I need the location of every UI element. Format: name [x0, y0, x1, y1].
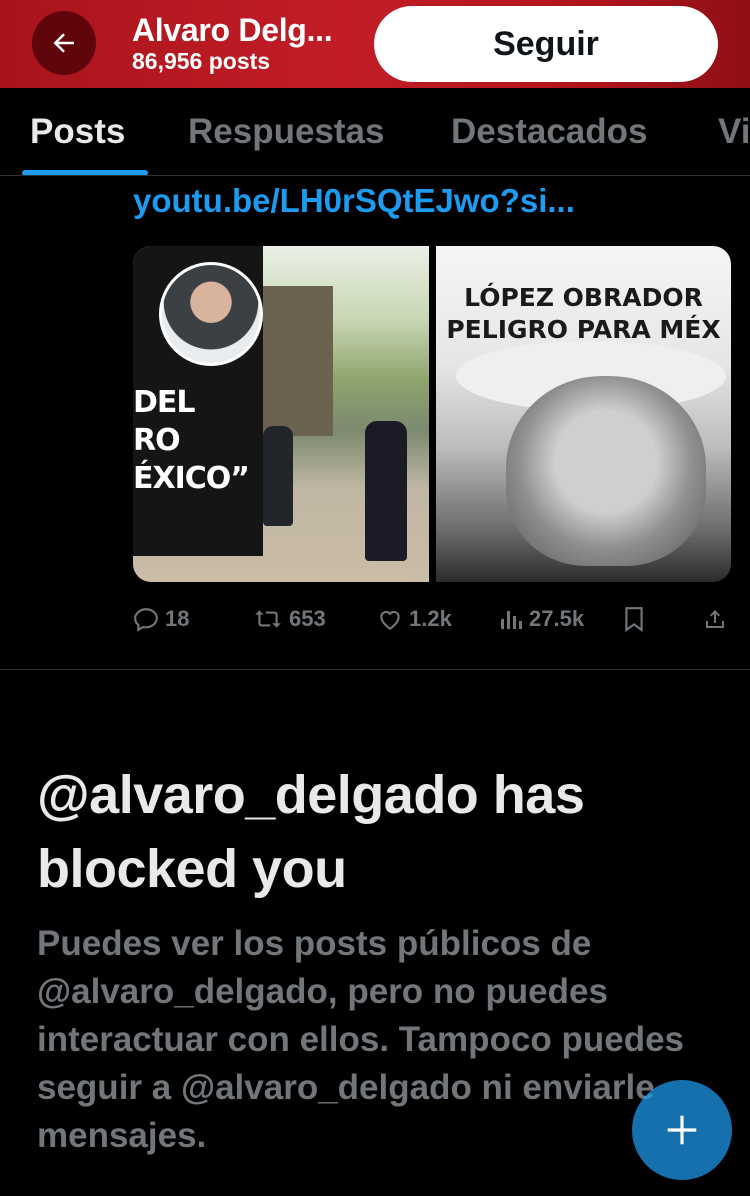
image-headline: LÓPEZ OBRADOR PELIGRO PARA MÉX	[446, 283, 721, 344]
heart-icon	[380, 610, 400, 631]
view-count: 27.5k	[529, 606, 585, 631]
reply-count: 18	[165, 606, 190, 631]
media-image-left[interactable]: DEL RO ÉXICO”	[133, 246, 429, 582]
post-media[interactable]: DEL RO ÉXICO” LÓPEZ OBRADOR PELIGRO PARA…	[133, 246, 731, 582]
tab-videos[interactable]: Vi	[718, 112, 750, 152]
posts-count: 86,956 posts	[132, 48, 271, 74]
share-button[interactable]	[703, 606, 727, 632]
image-house	[263, 286, 333, 436]
repost-icon	[255, 610, 281, 628]
like-button[interactable]: 1.2k	[377, 606, 452, 632]
tab-replies[interactable]: Respuestas	[188, 112, 384, 152]
share-icon	[706, 610, 724, 628]
bar-chart-icon	[501, 611, 522, 629]
bookmark-button[interactable]	[623, 606, 645, 632]
image-face	[506, 376, 706, 566]
arrow-left-icon	[53, 33, 74, 53]
reply-button[interactable]: 18	[133, 606, 189, 632]
repost-count: 653	[289, 606, 326, 631]
profile-header: Alvaro Delg... 86,956 posts Seguir	[0, 0, 750, 88]
post-divider	[0, 669, 750, 670]
compose-button[interactable]	[632, 1080, 732, 1180]
post-actions: 18 653 1.2k 27.5k	[133, 606, 733, 642]
bookmark-icon	[625, 607, 643, 632]
image-person	[365, 421, 407, 561]
image-author-avatar	[159, 262, 263, 366]
tab-posts[interactable]: Posts	[30, 112, 125, 152]
media-image-right[interactable]: LÓPEZ OBRADOR PELIGRO PARA MÉX	[436, 246, 731, 582]
blocked-title: @alvaro_delgado has blocked you	[37, 765, 585, 899]
speech-bubble-icon	[134, 608, 158, 632]
profile-tabs: Posts Respuestas Destacados Vi	[0, 88, 750, 176]
back-button[interactable]	[32, 11, 96, 75]
views-button[interactable]: 27.5k	[499, 606, 584, 632]
profile-name: Alvaro Delg...	[132, 12, 333, 48]
repost-button[interactable]: 653	[253, 606, 326, 632]
tab-highlights[interactable]: Destacados	[451, 112, 647, 152]
post-link[interactable]: youtu.be/LH0rSQtEJwo?si...	[133, 182, 575, 220]
follow-button[interactable]: Seguir	[374, 6, 718, 82]
image-person	[263, 426, 293, 526]
like-count: 1.2k	[409, 606, 452, 631]
active-tab-indicator	[22, 170, 148, 175]
image-overlay-text: DEL RO ÉXICO”	[133, 385, 250, 496]
plus-icon	[667, 1115, 697, 1145]
blocked-message: Puedes ver los posts públicos de @alvaro…	[37, 924, 685, 1155]
